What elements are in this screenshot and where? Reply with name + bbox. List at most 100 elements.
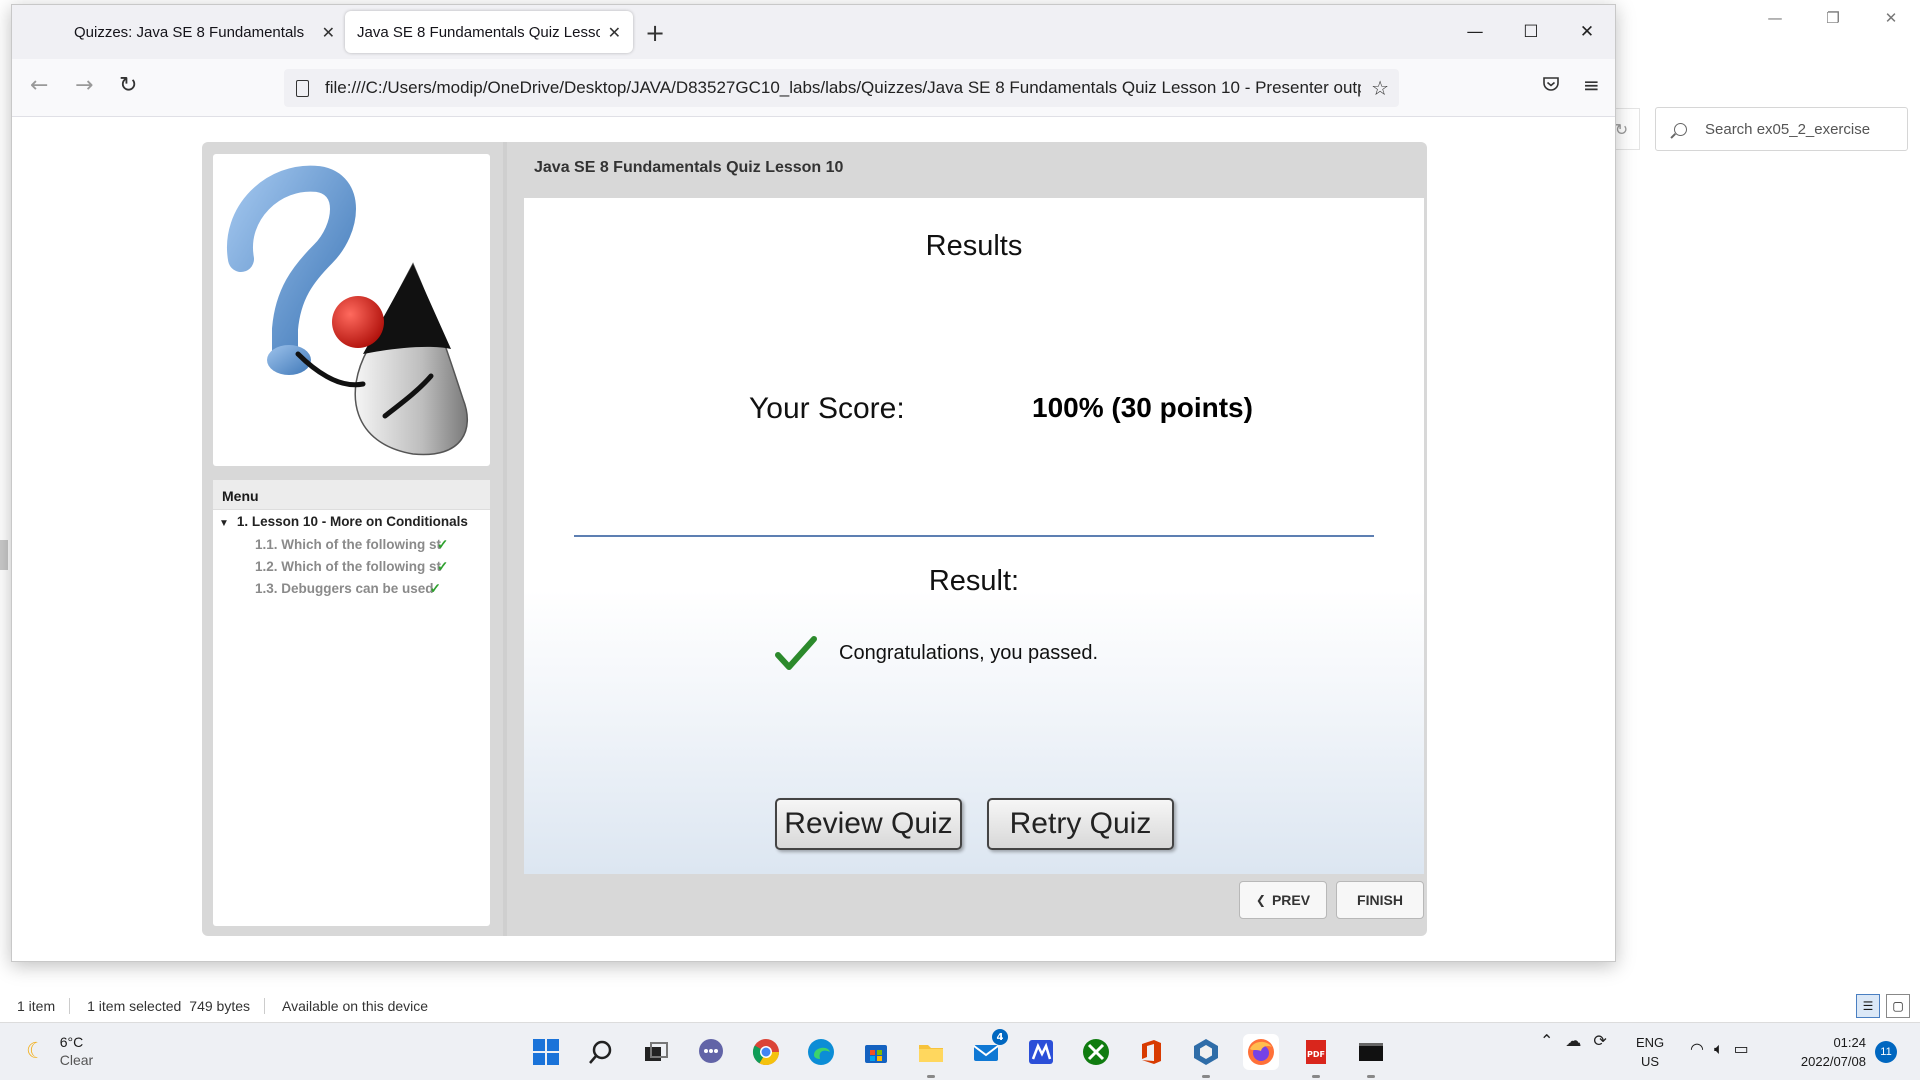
moon-icon: ☾ bbox=[26, 1038, 46, 1064]
notification-badge[interactable]: 11 bbox=[1875, 1041, 1897, 1063]
onedrive-icon[interactable]: ☁ bbox=[1565, 1031, 1581, 1050]
minimize-icon[interactable]: — bbox=[1746, 0, 1804, 36]
status-item-count: 1 item bbox=[17, 998, 56, 1014]
taskbar-apps: 4 PDF bbox=[528, 1029, 1389, 1078]
sync-icon[interactable]: ⟳ bbox=[1593, 1031, 1606, 1050]
score-value: 100% (30 points) bbox=[1032, 392, 1253, 423]
chevron-left-icon: ❮ bbox=[1255, 893, 1266, 907]
details-view-icon[interactable]: ☰ bbox=[1856, 994, 1880, 1018]
navigation-toolbar: ← → ↻ file:///C:/Users/modip/OneDrive/De… bbox=[12, 59, 1615, 117]
tab-title: Quizzes: Java SE 8 Fundamentals bbox=[74, 23, 305, 41]
edge-icon[interactable] bbox=[803, 1034, 839, 1070]
retry-quiz-button[interactable]: Retry Quiz bbox=[987, 798, 1174, 850]
mail-icon[interactable]: 4 bbox=[968, 1029, 1008, 1070]
netbeans-icon[interactable] bbox=[1188, 1034, 1224, 1078]
expand-triangle-icon[interactable]: ▼ bbox=[219, 518, 229, 529]
tab-quiz-lesson-10[interactable]: Java SE 8 Fundamentals Quiz Lesson 10 ✕ bbox=[345, 11, 633, 53]
tab-strip: Quizzes: Java SE 8 Fundamentals ✕ Java S… bbox=[12, 5, 1615, 59]
task-view-icon[interactable] bbox=[638, 1034, 674, 1070]
minimize-icon[interactable]: — bbox=[1447, 5, 1503, 59]
divider bbox=[69, 998, 71, 1014]
volume-icon[interactable]: 🔈︎ bbox=[1714, 1039, 1724, 1059]
checkmark-icon bbox=[775, 636, 817, 670]
tab-quizzes[interactable]: Quizzes: Java SE 8 Fundamentals ✕ bbox=[62, 11, 347, 53]
firefox-icon[interactable] bbox=[1243, 1034, 1279, 1070]
check-icon: ✓ bbox=[429, 581, 441, 596]
menu-lesson-item[interactable]: ▼ 1. Lesson 10 - More on Conditionals bbox=[213, 510, 490, 533]
view-toggle: ☰ ▢ bbox=[1856, 994, 1910, 1018]
new-tab-icon[interactable]: + bbox=[645, 19, 665, 47]
wifi-icon[interactable]: ◠ bbox=[1690, 1039, 1704, 1059]
duke-question-mark-illustration bbox=[227, 165, 468, 456]
check-icon: ✓ bbox=[437, 537, 449, 552]
file-explorer-icon[interactable] bbox=[913, 1034, 949, 1078]
menu-question-label: 1.2. Which of the following st bbox=[255, 559, 441, 574]
system-tray: ⌃ ☁ ⟳ bbox=[1540, 1031, 1607, 1050]
clock-date: 2022/07/08 bbox=[1800, 1054, 1866, 1069]
prev-label: PREV bbox=[1271, 892, 1311, 908]
search-icon[interactable] bbox=[583, 1034, 619, 1070]
close-tab-icon[interactable]: ✕ bbox=[322, 23, 335, 42]
results-heading: Results bbox=[925, 230, 1023, 262]
office-icon[interactable] bbox=[1133, 1034, 1169, 1070]
clock[interactable]: 01:24 2022/07/08 bbox=[1786, 1033, 1866, 1071]
taskbar: ☾ 6°C Clear 4 PDF ⌃ ☁ ⟳ ENG US ◠ 🔈︎ ▭ 01… bbox=[0, 1022, 1920, 1080]
menu-question-item[interactable]: 1.1. Which of the following st✓ bbox=[213, 533, 490, 555]
divider-line bbox=[574, 535, 1374, 537]
pocket-icon[interactable] bbox=[1542, 75, 1560, 93]
menu-lesson-label: 1. Lesson 10 - More on Conditionals bbox=[236, 514, 468, 529]
close-icon[interactable]: ✕ bbox=[1862, 0, 1920, 36]
chevron-up-icon[interactable]: ⌃ bbox=[1540, 1031, 1553, 1050]
lang-region: US bbox=[1641, 1054, 1660, 1069]
browser-window-controls: — ☐ ✕ bbox=[1447, 5, 1615, 59]
menu-question-label: 1.3. Debuggers can be used bbox=[255, 581, 434, 596]
divider bbox=[264, 998, 266, 1014]
chat-icon[interactable] bbox=[693, 1034, 729, 1070]
maximize-icon[interactable]: ☐ bbox=[1503, 5, 1559, 59]
forward-icon[interactable]: → bbox=[75, 73, 93, 98]
url-text: file:///C:/Users/modip/OneDrive/Desktop/… bbox=[325, 78, 1362, 97]
status-selected: 1 item selected bbox=[87, 998, 182, 1014]
restore-icon[interactable]: ❐ bbox=[1804, 0, 1862, 36]
reload-icon[interactable]: ↻ bbox=[119, 73, 137, 98]
back-icon[interactable]: ← bbox=[30, 73, 48, 98]
store-icon[interactable] bbox=[858, 1034, 894, 1070]
pdf-app-icon[interactable]: PDF bbox=[1298, 1034, 1334, 1078]
menu-heading: Menu bbox=[213, 480, 490, 510]
clock-time: 01:24 bbox=[1833, 1035, 1866, 1050]
lang-code: ENG bbox=[1636, 1035, 1665, 1050]
explorer-search-box[interactable]: Search ex05_2_exercise bbox=[1655, 107, 1908, 151]
check-icon: ✓ bbox=[437, 559, 449, 574]
quiz-player: Menu ▼ 1. Lesson 10 - More on Conditional… bbox=[202, 142, 1427, 936]
bookmark-star-icon[interactable]: ☆ bbox=[1371, 76, 1389, 100]
tiles-view-icon[interactable]: ▢ bbox=[1886, 994, 1910, 1018]
page-icon bbox=[296, 79, 309, 97]
mail-badge: 4 bbox=[992, 1029, 1008, 1045]
status-size: 749 bytes bbox=[189, 998, 251, 1014]
finish-button[interactable]: FINISH bbox=[1336, 881, 1424, 919]
close-tab-icon[interactable]: ✕ bbox=[608, 23, 621, 42]
svg-text:PDF: PDF bbox=[1307, 1050, 1325, 1059]
start-icon[interactable] bbox=[528, 1034, 564, 1070]
chrome-icon[interactable] bbox=[748, 1034, 784, 1070]
prev-button[interactable]: ❮ PREV bbox=[1239, 881, 1327, 919]
result-label: Result: bbox=[928, 565, 1020, 597]
weather-condition: Clear bbox=[59, 1052, 94, 1068]
close-icon[interactable]: ✕ bbox=[1559, 5, 1615, 59]
battery-icon[interactable]: ▭ bbox=[1734, 1039, 1749, 1059]
app-menu-icon[interactable]: ≡ bbox=[1583, 73, 1600, 97]
address-bar[interactable]: file:///C:/Users/modip/OneDrive/Desktop/… bbox=[284, 69, 1399, 107]
language-indicator[interactable]: ENG US bbox=[1636, 1033, 1664, 1071]
menu-question-item[interactable]: 1.3. Debuggers can be used✓ bbox=[213, 577, 490, 599]
review-quiz-button[interactable]: Review Quiz bbox=[775, 798, 962, 850]
terminal-icon[interactable] bbox=[1353, 1034, 1389, 1078]
maple-icon[interactable] bbox=[1023, 1034, 1059, 1070]
explorer-search-placeholder: Search ex05_2_exercise bbox=[1705, 120, 1871, 138]
menu-question-label: 1.1. Which of the following st bbox=[255, 537, 441, 552]
xbox-icon[interactable] bbox=[1078, 1034, 1114, 1070]
menu-question-item[interactable]: 1.2. Which of the following st✓ bbox=[213, 555, 490, 577]
quiz-menu-panel: Menu ▼ 1. Lesson 10 - More on Conditional… bbox=[213, 480, 490, 926]
weather-widget[interactable]: ☾ 6°C Clear bbox=[26, 1033, 93, 1069]
window-edge bbox=[0, 540, 8, 570]
java-duke-logo bbox=[213, 154, 490, 466]
